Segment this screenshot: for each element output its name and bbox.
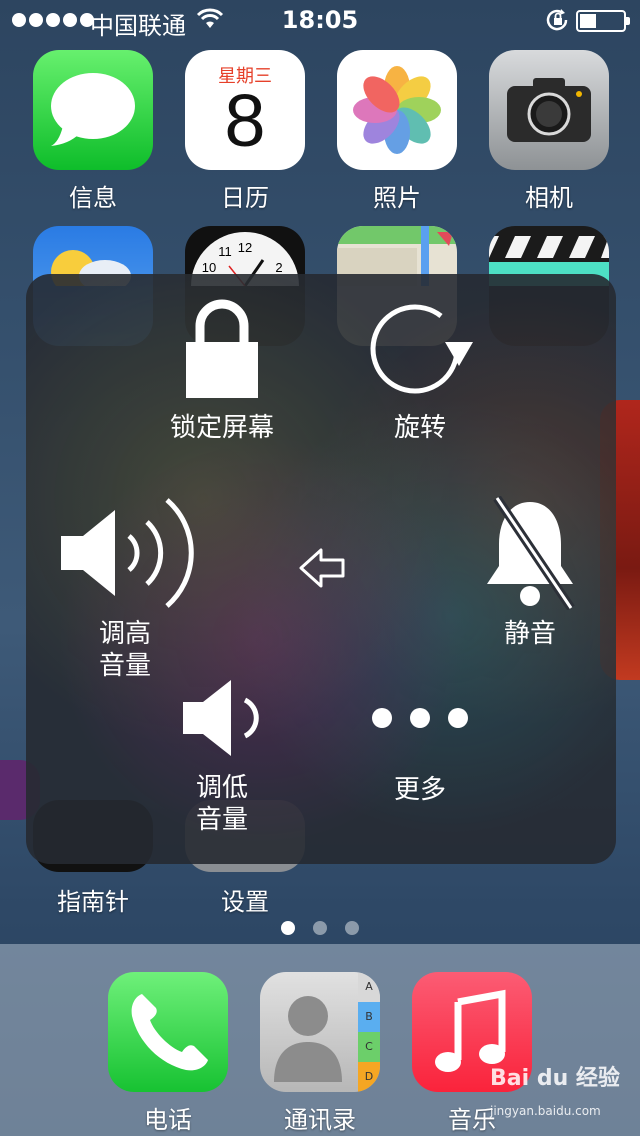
bell-mute-icon	[487, 496, 575, 610]
app-label: 照片	[373, 184, 421, 212]
rotate-label: 旋转	[393, 413, 446, 443]
page-indicator[interactable]	[0, 921, 640, 935]
more-dots-icon	[372, 708, 468, 728]
app-label: 相机	[525, 184, 573, 212]
clock-number: 10	[202, 260, 216, 275]
clock-number: 11	[218, 244, 232, 259]
more-label: 更多	[393, 775, 446, 805]
calendar-date: 8	[224, 79, 266, 162]
rotate-icon	[370, 304, 473, 394]
page-dot	[313, 921, 327, 935]
back-arrow-icon	[299, 548, 345, 588]
volume-up-icon	[61, 498, 194, 608]
index-tab: D	[358, 1062, 380, 1092]
volume-down-label-line1: 调低	[195, 773, 248, 803]
app-camera[interactable]: 相机	[489, 50, 609, 213]
app-label: 指南针	[57, 888, 129, 916]
app-label: 电话	[144, 1106, 192, 1134]
volume-down-button[interactable]: 调低 音量	[152, 678, 292, 836]
clock-number: 2	[275, 260, 282, 275]
app-photos[interactable]: 照片	[337, 50, 457, 213]
app-label: 通讯录	[284, 1106, 356, 1134]
lock-screen-label: 锁定屏幕	[169, 413, 274, 443]
volume-up-button[interactable]: 调高 音量	[50, 496, 200, 682]
index-tab: A	[358, 972, 380, 1002]
photos-icon	[337, 50, 457, 170]
baidu-watermark-url: jingyan.baidu.com	[490, 1104, 601, 1118]
app-messages[interactable]: 信息	[33, 50, 153, 213]
battery-icon	[576, 10, 630, 32]
assistive-touch-panel: 锁定屏幕 旋转 调高 音量 静音 调低 音量 更多	[26, 274, 616, 864]
clock-time: 18:05	[281, 6, 359, 34]
phone-icon	[108, 972, 228, 1092]
app-label: 信息	[69, 184, 117, 212]
home-back-button[interactable]	[294, 546, 350, 598]
mute-label: 静音	[503, 619, 556, 649]
rotate-button[interactable]: 旋转	[350, 298, 490, 444]
volume-down-label-line2: 音量	[195, 805, 248, 835]
lock-icon	[186, 299, 258, 398]
index-tab: C	[358, 1032, 380, 1062]
clock-number: 12	[238, 240, 252, 255]
app-label: 设置	[221, 888, 269, 916]
app-label: 日历	[221, 184, 269, 212]
camera-icon	[489, 50, 609, 170]
index-tab: B	[358, 1002, 380, 1032]
rotation-lock-icon	[546, 9, 568, 31]
app-calendar[interactable]: 星期三 8 日历	[185, 50, 305, 213]
lock-screen-button[interactable]: 锁定屏幕	[152, 298, 292, 444]
page-dot	[345, 921, 359, 935]
more-button[interactable]: 更多	[360, 704, 480, 806]
calendar-icon: 星期三 8	[185, 50, 305, 170]
contacts-index-tabs: A B C D	[358, 972, 380, 1092]
app-phone[interactable]: 电话	[108, 972, 228, 1135]
messages-icon	[33, 50, 153, 170]
status-bar: 中国联通 18:05	[0, 0, 640, 40]
volume-down-icon	[183, 680, 259, 756]
app-contacts[interactable]: A B C D 通讯录	[260, 972, 380, 1135]
mute-button[interactable]: 静音	[460, 496, 600, 650]
contacts-icon: A B C D	[260, 972, 380, 1092]
volume-up-label-line1: 调高	[98, 619, 151, 649]
baidu-watermark: Bai du 经验	[490, 1066, 620, 1091]
page-dot	[281, 921, 295, 935]
